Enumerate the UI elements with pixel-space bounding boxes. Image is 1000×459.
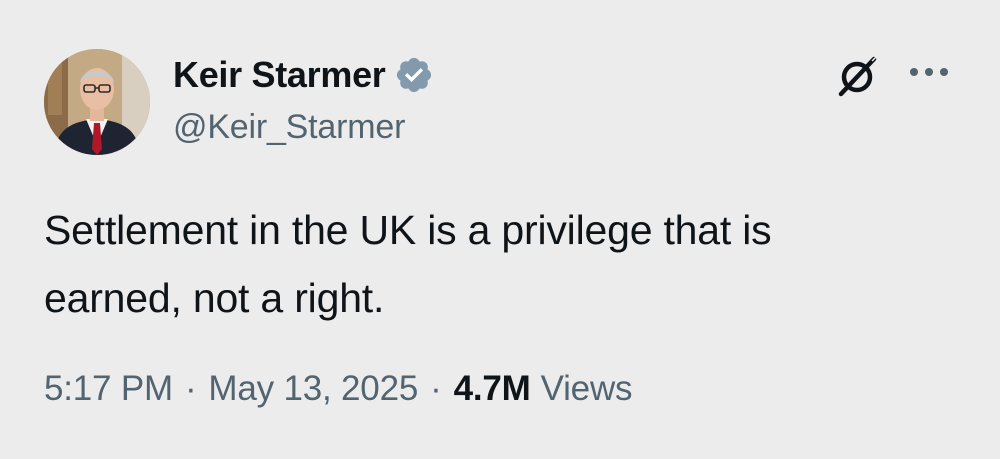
- tweet-date[interactable]: May 13, 2025: [208, 369, 418, 409]
- meta-separator: ·: [430, 369, 442, 408]
- tweet-card: Keir Starmer @Keir_Starmer Settlement in…: [0, 0, 1000, 459]
- avatar[interactable]: [44, 49, 150, 155]
- meta-separator: ·: [184, 369, 197, 408]
- views-label[interactable]: Views: [541, 369, 633, 409]
- views-count[interactable]: 4.7M: [454, 369, 531, 409]
- tweet-text-line: earned, not a right.: [44, 275, 385, 321]
- more-options-icon[interactable]: [905, 62, 953, 82]
- author-name-row: Keir Starmer: [173, 51, 434, 99]
- tweet-time[interactable]: 5:17 PM: [44, 369, 173, 409]
- author-display-name[interactable]: Keir Starmer: [173, 54, 386, 96]
- grok-icon[interactable]: [832, 52, 882, 102]
- verified-badge-icon[interactable]: [394, 55, 434, 95]
- author-handle[interactable]: @Keir_Starmer: [173, 108, 405, 147]
- tweet-text: Settlement in the UK is a privilege that…: [44, 196, 944, 332]
- tweet-text-line: Settlement in the UK is a privilege that…: [44, 207, 772, 253]
- avatar-image: [44, 49, 150, 155]
- tweet-meta: 5:17 PM · May 13, 2025 · 4.7M Views: [44, 364, 633, 414]
